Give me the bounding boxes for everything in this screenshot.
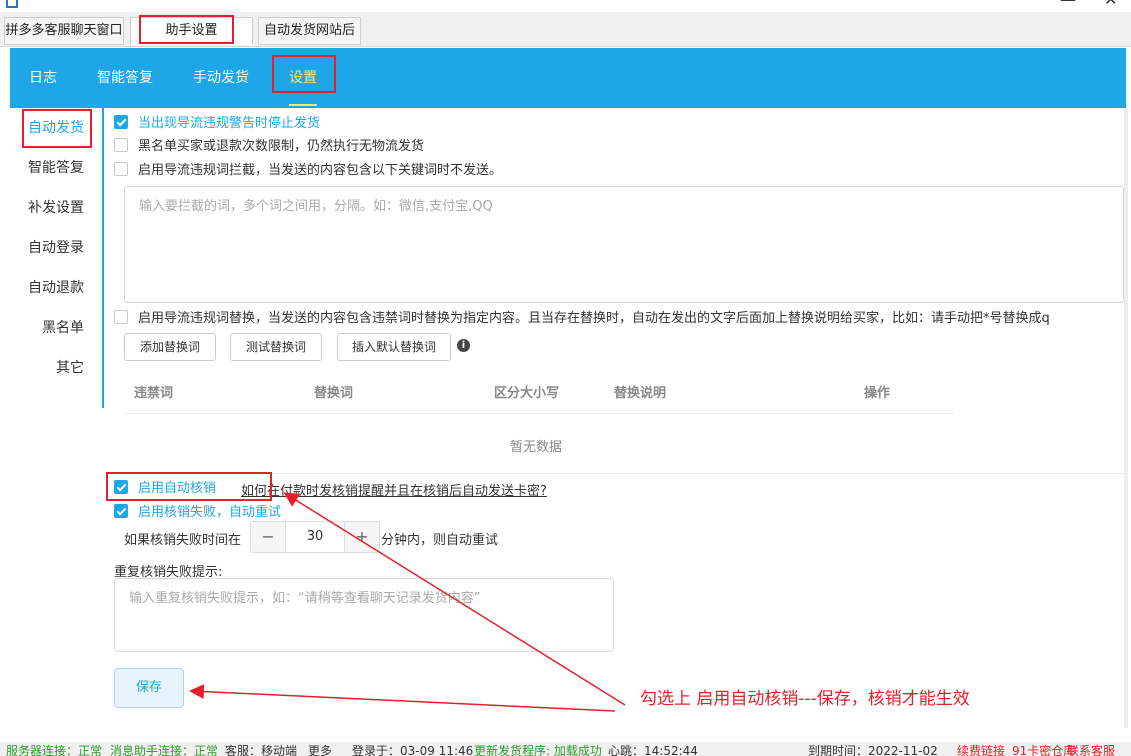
status-heartbeat: 心跳：14:52:44 — [608, 744, 698, 756]
replace-words-checkbox[interactable] — [114, 309, 128, 324]
table-header-replacement: 替换词 — [314, 386, 354, 401]
decrease-button[interactable]: − — [251, 522, 285, 552]
nav-smart-reply[interactable]: 智能答复 — [97, 48, 153, 108]
retry-minutes-value[interactable]: 30 — [285, 522, 345, 552]
status-expire: 到期时间：2022-11-02 — [808, 744, 938, 756]
stop-on-warning-checkbox[interactable] — [114, 114, 128, 129]
section-divider — [104, 473, 1124, 474]
retry-minutes-stepper[interactable]: − 30 + — [250, 521, 380, 553]
renew-link[interactable]: 续费链接 — [957, 742, 1005, 756]
option-enable-verify[interactable]: 启用自动核销 — [114, 479, 216, 499]
tab-assistant-settings[interactable]: 助手设置 — [130, 17, 253, 45]
option-blacklist-limit[interactable]: 黑名单买家或退款次数限制，仍然执行无物流发货 — [114, 137, 424, 157]
test-replace-word-button[interactable]: 测试替换词 — [230, 333, 322, 361]
block-keywords-checkbox[interactable] — [114, 161, 128, 176]
scrollbar[interactable] — [1124, 108, 1128, 728]
info-icon[interactable]: i — [457, 339, 470, 352]
tab-delivery-backend[interactable]: 自动发货网站后台 — [258, 17, 361, 64]
status-login: 登录于：03-09 11:46 — [352, 744, 474, 756]
verify-retry-checkbox[interactable] — [114, 503, 128, 518]
table-header-banned-word: 违禁词 — [134, 386, 174, 401]
increase-button[interactable]: + — [345, 522, 379, 552]
retry-suffix-label: 分钟内，则自动重试 — [381, 533, 499, 548]
sidebar-item-auto-login[interactable]: 自动登录 — [28, 228, 84, 268]
sidebar-item-other[interactable]: 其它 — [56, 348, 84, 388]
option-replace-words[interactable]: 启用导流违规词替换，当发送的内容包含违禁词时替换为指定内容。且当存在替换时，自动… — [114, 309, 1119, 329]
blacklist-limit-checkbox[interactable] — [114, 137, 128, 152]
add-replace-word-button[interactable]: 添加替换词 — [124, 333, 216, 361]
status-more[interactable]: 更多 — [308, 742, 332, 756]
option-verify-retry[interactable]: 启用核销失败，自动重试 — [114, 503, 281, 523]
tab-chat-window[interactable]: 拼多多客服聊天窗口 — [4, 17, 124, 45]
table-header-case-sensitive: 区分大小写 — [494, 386, 560, 401]
status-service: 客服：移动端 — [225, 744, 298, 756]
kami-link[interactable]: 91卡密仓库 — [1012, 742, 1075, 756]
contact-link[interactable]: 联系客服 — [1067, 742, 1115, 756]
main-nav: 日志 智能答复 手动发货 设置 — [10, 48, 1126, 108]
status-bar: 服务器连接：正常 消息助手连接：正常 客服：移动端 更多 登录于：03-09 1… — [0, 742, 1131, 756]
save-button[interactable]: 保存 — [114, 668, 184, 708]
status-server: 服务器连接：正常 — [6, 744, 103, 756]
app-icon — [6, 0, 18, 8]
table-divider — [124, 413, 954, 414]
option-block-keywords[interactable]: 启用导流违规词拦截，当发送的内容包含以下关键词时不发送。 — [114, 161, 502, 181]
sidebar-item-smart-reply[interactable]: 智能答复 — [28, 148, 84, 188]
fail-tip-input[interactable]: 输入重复核销失败提示，如：“请稍等查看聊天记录发货内容” — [114, 578, 614, 652]
settings-sidebar: 自动发货 智能答复 补发设置 自动登录 自动退款 黑名单 其它 — [10, 108, 104, 408]
enable-verify-label: 启用自动核销 — [138, 481, 217, 496]
window-tabs: 拼多多客服聊天窗口 助手设置 自动发货网站后台 — [0, 12, 1131, 64]
arrow-to-save-button — [189, 684, 616, 712]
sidebar-item-reissue[interactable]: 补发设置 — [28, 188, 84, 228]
nav-settings[interactable]: 设置 — [289, 48, 317, 108]
title-bar: — ✕ — [0, 0, 1131, 12]
verify-help-link[interactable]: 如何在付款时发核销提醒并且在核销后自动发送卡密? — [241, 480, 547, 499]
close-icon[interactable]: ✕ — [1104, 0, 1117, 9]
minimize-icon[interactable]: — — [1060, 0, 1076, 9]
sidebar-item-blacklist[interactable]: 黑名单 — [42, 308, 84, 348]
sidebar-item-auto-delivery[interactable]: 自动发货 — [28, 108, 84, 148]
annotation-text: 勾选上 启用自动核销---保存，核销才能生效 — [640, 689, 970, 709]
blacklist-limit-label: 黑名单买家或退款次数限制，仍然执行无物流发货 — [138, 139, 425, 154]
nav-manual-delivery[interactable]: 手动发货 — [193, 48, 249, 108]
nav-log[interactable]: 日志 — [29, 48, 57, 108]
table-header-action: 操作 — [864, 386, 891, 401]
stop-on-warning-label: 当出现导流违规警告时停止发货 — [138, 116, 321, 131]
block-keywords-label: 启用导流违规词拦截，当发送的内容包含以下关键词时不发送。 — [138, 163, 503, 178]
enable-verify-checkbox[interactable] — [114, 479, 128, 494]
block-keywords-input[interactable]: 输入要拦截的词，多个词之间用，分隔。如：微信,支付宝,QQ — [124, 186, 1124, 303]
table-header-description: 替换说明 — [614, 386, 667, 401]
replace-words-label: 启用导流违规词替换，当发送的内容包含违禁词时替换为指定内容。且当存在替换时，自动… — [138, 311, 1050, 326]
insert-default-replace-button[interactable]: 插入默认替换词 — [337, 333, 451, 361]
table-empty-text: 暂无数据 — [510, 440, 563, 455]
verify-retry-label: 启用核销失败，自动重试 — [138, 505, 282, 520]
status-assistant: 消息助手连接：正常 — [110, 744, 219, 756]
retry-prefix-label: 如果核销失败时间在 — [124, 533, 242, 548]
sidebar-item-auto-refund[interactable]: 自动退款 — [28, 268, 84, 308]
option-stop-on-warning[interactable]: 当出现导流违规警告时停止发货 — [114, 114, 320, 134]
status-updater: 更新发货程序: 加载成功 — [474, 744, 602, 756]
